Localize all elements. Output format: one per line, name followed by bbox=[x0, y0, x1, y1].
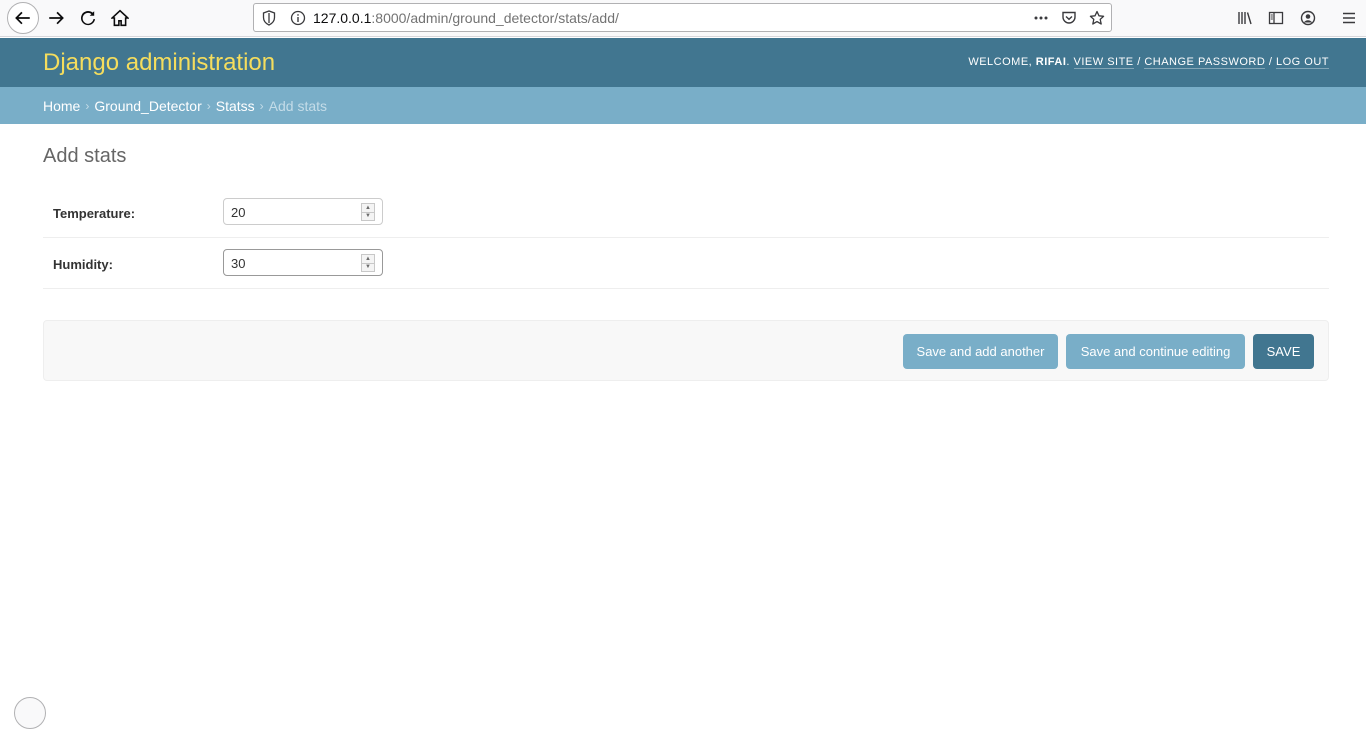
sidebar-icon[interactable] bbox=[1266, 8, 1286, 28]
save-button[interactable]: Save bbox=[1253, 334, 1314, 369]
account-icon[interactable] bbox=[1298, 8, 1318, 28]
breadcrumb-app[interactable]: Ground_Detector bbox=[94, 98, 201, 114]
humidity-label: Humidity: bbox=[53, 257, 113, 272]
page-title: Add stats bbox=[43, 145, 127, 167]
home-icon bbox=[111, 9, 129, 27]
url-path: :8000/admin/ground_detector/stats/add/ bbox=[371, 10, 619, 26]
user-tools-separator: / bbox=[1265, 56, 1276, 68]
site-header: Django administration Welcome, rifai. Vi… bbox=[0, 38, 1366, 87]
reload-icon bbox=[80, 10, 96, 26]
browser-toolbar: 127.0.0.1:8000/admin/ground_detector/sta… bbox=[0, 0, 1366, 37]
breadcrumb-separator: › bbox=[206, 98, 211, 113]
humidity-input[interactable]: 30 ▲ ▼ bbox=[223, 249, 383, 276]
user-tools-separator: / bbox=[1133, 56, 1145, 68]
welcome-text: Welcome, bbox=[968, 56, 1036, 68]
form-row-humidity: Humidity: 30 ▲ ▼ bbox=[43, 238, 1329, 289]
spin-up-icon[interactable]: ▲ bbox=[362, 204, 374, 213]
site-title[interactable]: Django administration bbox=[43, 49, 275, 77]
menu-icon[interactable] bbox=[1339, 8, 1359, 28]
url-bar[interactable]: 127.0.0.1:8000/admin/ground_detector/sta… bbox=[253, 3, 1112, 32]
home-button[interactable] bbox=[105, 4, 135, 32]
username: rifai bbox=[1035, 56, 1067, 68]
bookmark-star-icon[interactable] bbox=[1087, 9, 1107, 27]
save-and-continue-button[interactable]: Save and continue editing bbox=[1066, 334, 1245, 369]
view-site-link[interactable]: View site bbox=[1073, 56, 1134, 69]
back-button[interactable] bbox=[7, 2, 39, 34]
change-password-link[interactable]: Change password bbox=[1144, 56, 1266, 69]
spin-down-icon[interactable]: ▼ bbox=[362, 264, 374, 272]
submit-row: Save and add another Save and continue e… bbox=[43, 320, 1329, 381]
url-text: 127.0.0.1:8000/admin/ground_detector/sta… bbox=[313, 10, 619, 26]
breadcrumb-model[interactable]: Statss bbox=[216, 98, 255, 114]
breadcrumb: Home › Ground_Detector › Statss › Add st… bbox=[0, 87, 1366, 124]
tracking-shield-icon[interactable] bbox=[262, 10, 276, 26]
welcome-suffix: . bbox=[1066, 56, 1074, 68]
save-and-add-another-button[interactable]: Save and add another bbox=[903, 334, 1058, 369]
pocket-icon[interactable] bbox=[1059, 9, 1079, 27]
humidity-stepper[interactable]: ▲ ▼ bbox=[361, 254, 375, 272]
forward-button[interactable] bbox=[41, 4, 71, 32]
form-row-temperature: Temperature: 20 ▲ ▼ bbox=[43, 187, 1329, 238]
humidity-value: 30 bbox=[231, 256, 246, 271]
arrow-left-icon bbox=[15, 11, 30, 25]
user-tools: Welcome, rifai. View site / Change passw… bbox=[968, 56, 1329, 69]
temperature-label: Temperature: bbox=[53, 206, 136, 221]
log-out-link[interactable]: Log out bbox=[1275, 56, 1329, 69]
breadcrumb-home[interactable]: Home bbox=[43, 98, 80, 114]
spin-up-icon[interactable]: ▲ bbox=[362, 255, 374, 264]
reload-button[interactable] bbox=[73, 4, 103, 32]
temperature-value: 20 bbox=[231, 205, 246, 220]
breadcrumb-current: Add stats bbox=[268, 97, 328, 114]
breadcrumb-separator: › bbox=[85, 98, 90, 113]
temperature-input[interactable]: 20 ▲ ▼ bbox=[223, 198, 383, 225]
library-icon[interactable] bbox=[1235, 8, 1255, 28]
url-host: 127.0.0.1 bbox=[313, 10, 372, 26]
site-info-icon[interactable] bbox=[290, 10, 306, 26]
breadcrumb-separator: › bbox=[259, 98, 264, 113]
arrow-right-icon bbox=[49, 11, 64, 25]
page-actions-icon[interactable] bbox=[1031, 9, 1051, 27]
spin-down-icon[interactable]: ▼ bbox=[362, 213, 374, 221]
temperature-stepper[interactable]: ▲ ▼ bbox=[361, 203, 375, 221]
